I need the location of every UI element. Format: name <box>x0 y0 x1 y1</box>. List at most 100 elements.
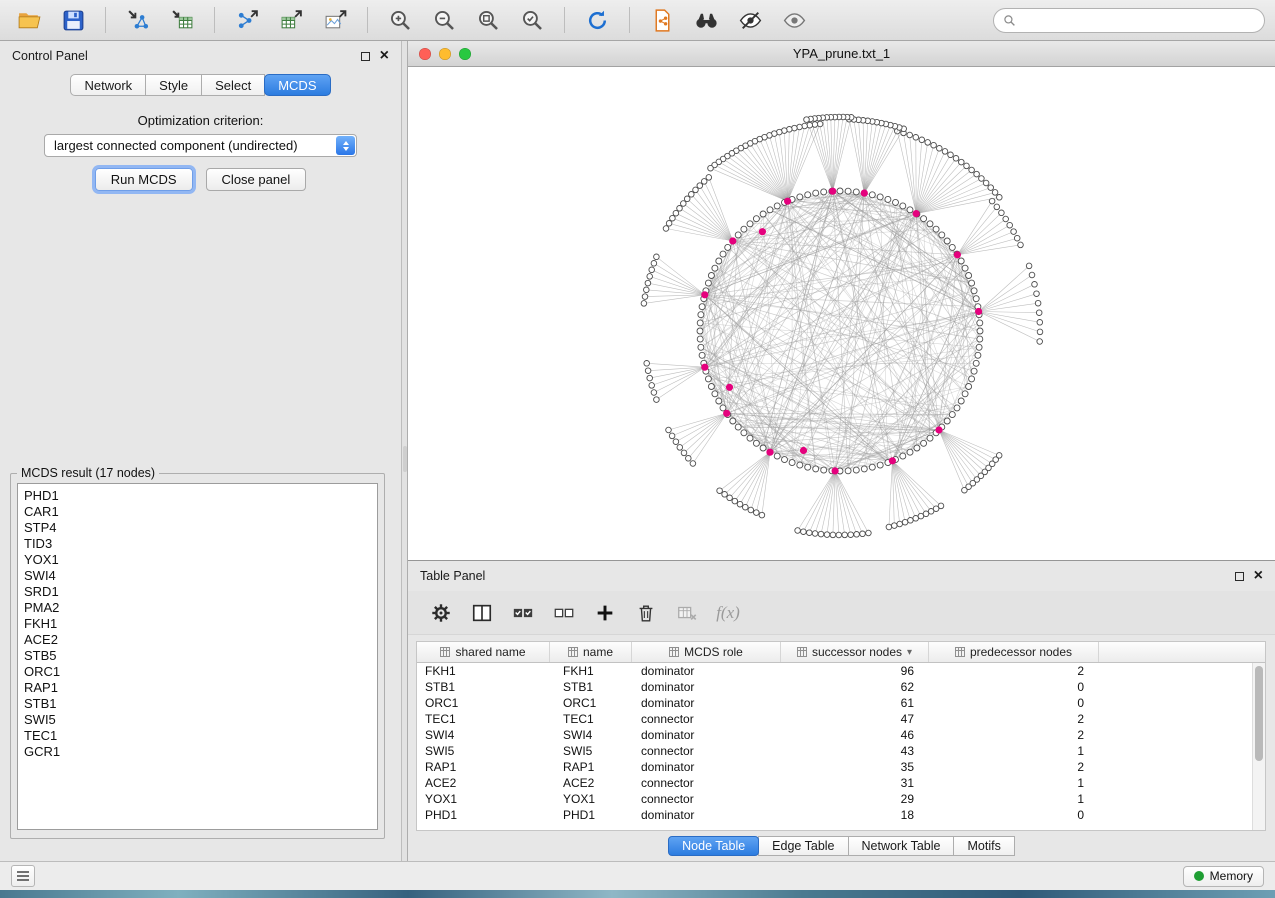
tab-motifs[interactable]: Motifs <box>953 836 1014 856</box>
open-session-button[interactable] <box>10 4 48 36</box>
network-graph[interactable] <box>408 67 1275 560</box>
table-cell: STB1 <box>550 679 632 695</box>
table-panel-header: Table Panel × <box>408 561 1275 591</box>
run-mcds-button[interactable]: Run MCDS <box>95 168 193 191</box>
tab-style[interactable]: Style <box>145 74 202 96</box>
table-scrollbar[interactable] <box>1252 663 1265 830</box>
tab-select[interactable]: Select <box>201 74 265 96</box>
column-header-shared-name[interactable]: shared name <box>417 642 550 662</box>
zoom-selected-button[interactable] <box>513 4 551 36</box>
column-header-successor-nodes[interactable]: successor nodes▾ <box>781 642 929 662</box>
table-row[interactable]: SWI4SWI4dominator462 <box>417 727 1252 743</box>
share-document-button[interactable] <box>643 4 681 36</box>
mcds-result-item[interactable]: PHD1 <box>24 488 371 504</box>
import-table-button[interactable] <box>163 4 201 36</box>
table-row[interactable]: STB1STB1dominator620 <box>417 679 1252 695</box>
table-row[interactable]: YOX1YOX1connector291 <box>417 791 1252 807</box>
mcds-result-item[interactable]: TID3 <box>24 536 371 552</box>
network-window: YPA_prune.txt_1 <box>408 41 1275 561</box>
close-window-icon[interactable] <box>419 48 431 60</box>
mcds-result-item[interactable]: SWI5 <box>24 712 371 728</box>
search-input[interactable] <box>1022 12 1255 28</box>
sort-indicator-icon[interactable]: ▾ <box>907 647 912 658</box>
mcds-result-item[interactable]: SRD1 <box>24 584 371 600</box>
table-cell: 31 <box>781 775 929 791</box>
right-column: YPA_prune.txt_1 Table Panel × <box>408 41 1275 861</box>
mcds-result-item[interactable]: ACE2 <box>24 632 371 648</box>
export-network-button[interactable] <box>228 4 266 36</box>
table-row[interactable]: ACE2ACE2connector311 <box>417 775 1252 791</box>
table-cell: 0 <box>929 807 1099 823</box>
mcds-result-list[interactable]: PHD1CAR1STP4TID3YOX1SWI4SRD1PMA2FKH1ACE2… <box>17 483 378 830</box>
memory-button[interactable]: Memory <box>1183 866 1264 887</box>
close-panel-button[interactable]: Close panel <box>206 168 307 191</box>
status-menu-button[interactable] <box>11 865 35 887</box>
table-row[interactable]: TEC1TEC1connector472 <box>417 711 1252 727</box>
mcds-result-item[interactable]: STB1 <box>24 696 371 712</box>
float-table-panel-icon[interactable] <box>1235 572 1244 581</box>
tab-network-table[interactable]: Network Table <box>848 836 955 856</box>
search-box[interactable] <box>993 8 1265 33</box>
maximize-window-icon[interactable] <box>459 48 471 60</box>
optimization-criterion-select[interactable]: largest connected component (undirected) <box>44 134 357 157</box>
table-row[interactable]: RAP1RAP1dominator352 <box>417 759 1252 775</box>
network-canvas[interactable] <box>408 67 1275 560</box>
export-image-icon <box>323 8 348 33</box>
column-header-name[interactable]: name <box>550 642 632 662</box>
mcds-result-item[interactable]: ORC1 <box>24 664 371 680</box>
float-panel-icon[interactable] <box>361 52 370 61</box>
control-panel-header: Control Panel × <box>0 41 401 71</box>
apply-layout-button[interactable] <box>578 4 616 36</box>
table-cell: TEC1 <box>417 711 550 727</box>
table-row[interactable]: PHD1PHD1dominator180 <box>417 807 1252 823</box>
mcds-result-item[interactable]: SWI4 <box>24 568 371 584</box>
show-graphics-icon <box>782 8 807 33</box>
column-header-MCDS-role[interactable]: MCDS role <box>632 642 781 662</box>
mcds-result-item[interactable]: RAP1 <box>24 680 371 696</box>
zoom-fit-button[interactable] <box>469 4 507 36</box>
mcds-result-item[interactable]: TEC1 <box>24 728 371 744</box>
mcds-result-item[interactable]: GCR1 <box>24 744 371 760</box>
mcds-result-item[interactable]: CAR1 <box>24 504 371 520</box>
import-network-button[interactable] <box>119 4 157 36</box>
tab-edge-table[interactable]: Edge Table <box>758 836 848 856</box>
mcds-result-item[interactable]: STB5 <box>24 648 371 664</box>
tab-network[interactable]: Network <box>70 74 146 96</box>
column-header-filler <box>1099 642 1252 662</box>
refresh-layout-icon <box>585 8 610 33</box>
minimize-window-icon[interactable] <box>439 48 451 60</box>
find-button[interactable] <box>687 4 725 36</box>
save-session-button[interactable] <box>54 4 92 36</box>
hide-graphics-button[interactable] <box>731 4 769 36</box>
table-row[interactable]: ORC1ORC1dominator610 <box>417 695 1252 711</box>
mcds-result-item[interactable]: STP4 <box>24 520 371 536</box>
delete-column-button[interactable] <box>633 600 659 626</box>
select-all-button[interactable] <box>510 600 536 626</box>
node-table-body[interactable]: FKH1FKH1dominator962STB1STB1dominator620… <box>417 663 1265 830</box>
close-table-panel-icon[interactable]: × <box>1254 571 1263 581</box>
mcds-result-item[interactable]: PMA2 <box>24 600 371 616</box>
splitter-handle[interactable] <box>403 446 407 472</box>
unselect-all-button[interactable] <box>551 600 577 626</box>
export-image-button[interactable] <box>316 4 354 36</box>
toolbar-separator <box>564 7 565 33</box>
table-row[interactable]: FKH1FKH1dominator962 <box>417 663 1252 679</box>
mcds-result-item[interactable]: FKH1 <box>24 616 371 632</box>
zoom-in-button[interactable] <box>381 4 419 36</box>
tab-mcds[interactable]: MCDS <box>264 74 330 96</box>
mcds-result-item[interactable]: YOX1 <box>24 552 371 568</box>
table-options-button[interactable] <box>428 600 454 626</box>
vertical-splitter[interactable] <box>401 41 408 861</box>
export-table-button[interactable] <box>272 4 310 36</box>
show-columns-button[interactable] <box>469 600 495 626</box>
network-titlebar[interactable]: YPA_prune.txt_1 <box>408 41 1275 67</box>
table-scrollbar-thumb[interactable] <box>1255 666 1263 761</box>
zoom-out-button[interactable] <box>425 4 463 36</box>
show-graphics-button[interactable] <box>775 4 813 36</box>
select-stepper-icon[interactable] <box>336 136 355 155</box>
table-row[interactable]: SWI5SWI5connector431 <box>417 743 1252 759</box>
column-header-predecessor-nodes[interactable]: predecessor nodes <box>929 642 1099 662</box>
tab-node-table[interactable]: Node Table <box>668 836 759 856</box>
add-column-button[interactable] <box>592 600 618 626</box>
close-panel-icon[interactable]: × <box>380 51 389 61</box>
